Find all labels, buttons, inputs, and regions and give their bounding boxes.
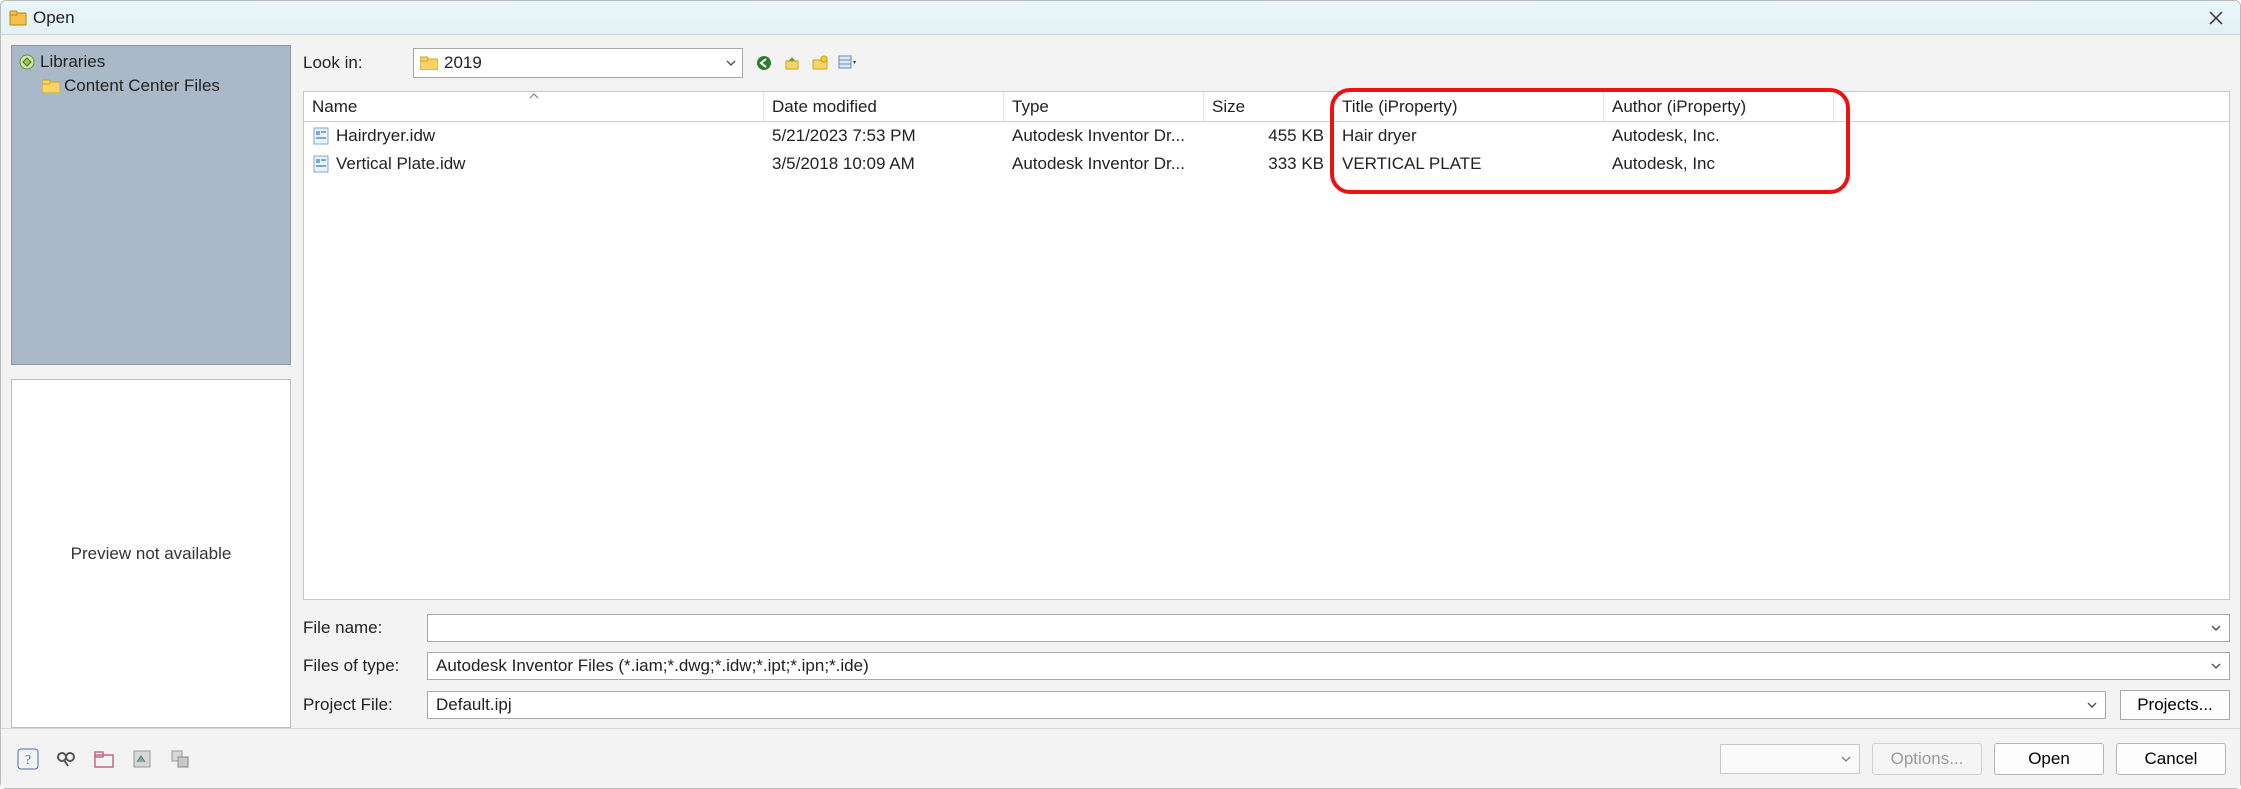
find-button[interactable] <box>53 746 79 772</box>
dialog-body: Libraries Content Center Files Preview n… <box>1 35 2240 728</box>
column-header-author[interactable]: Author (iProperty) <box>1604 92 1834 121</box>
tree-item-label: Content Center Files <box>64 76 220 96</box>
sort-asc-icon <box>529 93 539 99</box>
column-header-name[interactable]: Name <box>304 92 764 121</box>
project-label: Project File: <box>303 695 413 715</box>
chevron-down-icon <box>2211 661 2221 671</box>
libraries-icon <box>18 53 36 71</box>
tree-root-libraries[interactable]: Libraries <box>18 50 284 74</box>
chevron-down-icon <box>726 58 736 68</box>
column-header-type[interactable]: Type <box>1004 92 1204 121</box>
libraries-tree[interactable]: Libraries Content Center Files <box>11 45 291 365</box>
close-button[interactable] <box>2200 4 2232 32</box>
left-column: Libraries Content Center Files Preview n… <box>11 45 291 728</box>
filetype-row: Files of type: Autodesk Inventor Files (… <box>303 652 2230 680</box>
project-row: Project File: Default.ipj Projects... <box>303 690 2230 720</box>
file-date: 5/21/2023 7:53 PM <box>764 126 1004 146</box>
column-header-title[interactable]: Title (iProperty) <box>1334 92 1604 121</box>
help-button[interactable]: ? <box>15 746 41 772</box>
footer: ? Options... Open Cancel <box>1 728 2240 788</box>
file-size: 455 KB <box>1204 126 1334 146</box>
project-value: Default.ipj <box>436 695 512 715</box>
title-bar: Open <box>1 1 2240 35</box>
filetype-label: Files of type: <box>303 656 413 676</box>
folder-icon <box>420 56 438 70</box>
lookin-toolbar <box>753 52 859 74</box>
file-title: VERTICAL PLATE <box>1334 154 1604 174</box>
file-name: Hairdryer.idw <box>336 126 435 146</box>
back-button[interactable] <box>753 52 775 74</box>
tree-root-label: Libraries <box>40 52 105 72</box>
file-list-header: Name Date modified Type Size Title (iPro… <box>304 92 2229 122</box>
new-folder-button[interactable] <box>809 52 831 74</box>
filename-input[interactable] <box>427 614 2230 642</box>
tree-item-content-center[interactable]: Content Center Files <box>18 74 284 98</box>
filetype-value: Autodesk Inventor Files (*.iam;*.dwg;*.i… <box>436 656 869 676</box>
lookin-value: 2019 <box>444 53 482 73</box>
lookin-label: Look in: <box>303 53 403 73</box>
file-type: Autodesk Inventor Dr... <box>1004 126 1204 146</box>
column-header-size[interactable]: Size <box>1204 92 1334 121</box>
preview-text: Preview not available <box>71 544 232 564</box>
file-list[interactable]: Name Date modified Type Size Title (iPro… <box>303 91 2230 600</box>
footer-combo[interactable] <box>1720 744 1860 774</box>
file-row[interactable]: Hairdryer.idw 5/21/2023 7:53 PM Autodesk… <box>304 122 2229 150</box>
options-icon-button[interactable] <box>129 746 155 772</box>
file-title: Hair dryer <box>1334 126 1604 146</box>
preview-pane: Preview not available <box>11 379 291 728</box>
options-button[interactable]: Options... <box>1872 743 1982 775</box>
drawing-file-icon <box>312 155 330 173</box>
open-dialog: Open Libraries Content Center Files <box>0 0 2241 789</box>
file-name: Vertical Plate.idw <box>336 154 465 174</box>
drawing-file-icon <box>312 127 330 145</box>
lookin-combo[interactable]: 2019 <box>413 48 743 78</box>
filename-row: File name: <box>303 614 2230 642</box>
file-author: Autodesk, Inc. <box>1604 126 1834 146</box>
file-size: 333 KB <box>1204 154 1334 174</box>
up-button[interactable] <box>781 52 803 74</box>
column-header-date[interactable]: Date modified <box>764 92 1004 121</box>
svg-text:?: ? <box>25 753 31 768</box>
filename-label: File name: <box>303 618 413 638</box>
window-title: Open <box>33 8 75 28</box>
open-button[interactable]: Open <box>1994 743 2104 775</box>
folder-tool-button[interactable] <box>91 746 117 772</box>
chevron-down-icon <box>2211 623 2221 633</box>
form-rows: File name: Files of type: Autodesk Inven… <box>303 614 2230 720</box>
view-menu-button[interactable] <box>837 52 859 74</box>
file-type: Autodesk Inventor Dr... <box>1004 154 1204 174</box>
file-row[interactable]: Vertical Plate.idw 3/5/2018 10:09 AM Aut… <box>304 150 2229 178</box>
replace-icon-button[interactable] <box>167 746 193 772</box>
lookin-row: Look in: 2019 <box>303 45 2230 81</box>
app-icon <box>9 9 27 27</box>
file-date: 3/5/2018 10:09 AM <box>764 154 1004 174</box>
cancel-button[interactable]: Cancel <box>2116 743 2226 775</box>
project-combo[interactable]: Default.ipj <box>427 691 2106 719</box>
filetype-combo[interactable]: Autodesk Inventor Files (*.iam;*.dwg;*.i… <box>427 652 2230 680</box>
file-author: Autodesk, Inc <box>1604 154 1834 174</box>
right-column: Look in: 2019 <box>303 45 2230 728</box>
chevron-down-icon <box>2087 700 2097 710</box>
chevron-down-icon <box>1841 754 1851 764</box>
projects-button[interactable]: Projects... <box>2120 690 2230 720</box>
folder-icon <box>42 79 60 93</box>
